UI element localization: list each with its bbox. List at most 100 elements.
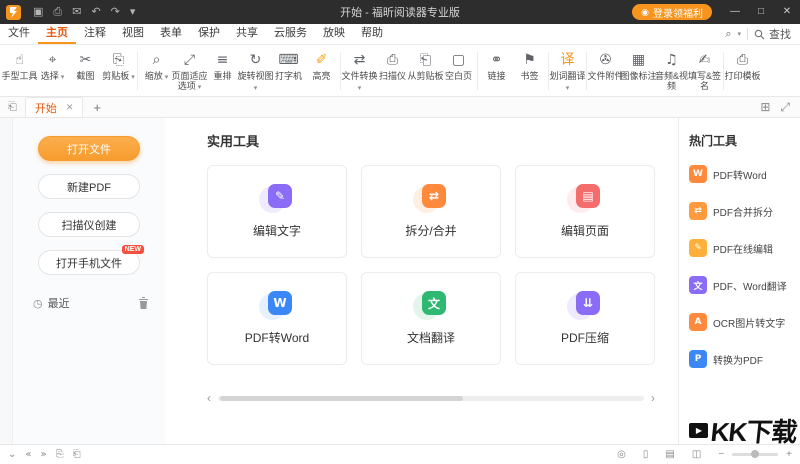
zoom-in-button[interactable]: + xyxy=(786,449,792,460)
ribbon-tool[interactable]: ▦图像标注 xyxy=(622,51,655,81)
dropdown-caret-icon: ▾ xyxy=(196,84,201,91)
menu-item[interactable]: 文件 xyxy=(0,24,38,44)
minimize-button[interactable]: — xyxy=(722,0,748,24)
save-icon[interactable]: ▣ xyxy=(33,0,43,24)
expand-view-icon[interactable]: ⤢ xyxy=(780,100,790,115)
sidebar-button[interactable]: 新建PDF xyxy=(38,174,140,199)
facing-page-icon[interactable]: ◫ xyxy=(692,449,701,460)
hot-tool-item[interactable]: WPDF转Word xyxy=(689,165,796,183)
undo-icon[interactable]: ↶ xyxy=(91,0,100,24)
recent-row[interactable]: ◷ 最近 xyxy=(33,295,149,311)
document-icon[interactable]: ⎗ xyxy=(8,101,17,114)
zoom-slider-thumb[interactable] xyxy=(751,450,759,458)
continuous-page-icon[interactable]: ▤ xyxy=(665,449,674,460)
statusbar-right: ◎ ▯ ▤ ◫ − + xyxy=(617,449,792,460)
ribbon-tool[interactable]: ⚭链接 xyxy=(480,51,513,81)
new-tab-button[interactable]: + xyxy=(93,100,101,115)
search-caret-icon[interactable]: ▾ xyxy=(737,30,741,38)
ribbon-tool[interactable]: ✐高亮 xyxy=(305,51,338,81)
card-icon: W xyxy=(259,291,295,320)
tab-close-icon[interactable]: ✕ xyxy=(66,102,74,113)
menu-item[interactable]: 表单 xyxy=(152,24,190,44)
trash-icon[interactable] xyxy=(138,297,149,309)
ribbon-tool[interactable]: ✍填写&签名 xyxy=(688,51,721,91)
tool-card[interactable]: ✎编辑文字 xyxy=(207,165,347,258)
customize-quick-access-icon[interactable]: ▾ xyxy=(130,0,136,24)
card-label: 文档翻译 xyxy=(407,329,455,346)
scroll-left-arrow[interactable]: ‹ xyxy=(207,391,211,405)
recent-label: 最近 xyxy=(48,295,70,311)
scrollbar-thumb[interactable] xyxy=(220,396,463,401)
tool-card[interactable]: ⇊PDF压缩 xyxy=(515,272,655,365)
sidebar-button[interactable]: 打开手机文件NEW xyxy=(38,250,140,275)
ribbon-tool[interactable]: ☝手型工具 xyxy=(3,51,36,81)
close-button[interactable]: ✕ xyxy=(774,0,800,24)
menu-item[interactable]: 视图 xyxy=(114,24,152,44)
hot-tool-item[interactable]: ⇄PDF合并拆分 xyxy=(689,202,796,220)
sidebar-button[interactable]: 扫描仪创建 xyxy=(38,212,140,237)
ribbon-tool[interactable]: ≡重排 xyxy=(206,51,239,81)
ribbon-tool[interactable]: ✇文件附件 xyxy=(589,51,622,81)
tab-grid-icon[interactable]: ⊞ xyxy=(760,100,770,115)
tool-label: 打印模板 xyxy=(724,71,761,81)
find-button[interactable]: 查找 xyxy=(754,26,791,42)
menu-item[interactable]: 共享 xyxy=(228,24,266,44)
tool-label: 图像标注 xyxy=(620,71,657,81)
tab-start[interactable]: 开始 ✕ xyxy=(25,97,84,117)
menu-item[interactable]: 帮助 xyxy=(353,24,391,44)
print-icon[interactable]: ⎙ xyxy=(53,0,62,24)
ribbon-tool[interactable]: ⎗从剪贴板 xyxy=(409,51,442,81)
tool-card[interactable]: ▤编辑页面 xyxy=(515,165,655,258)
ribbon-tool[interactable]: ✂截图 xyxy=(69,51,102,81)
menu-item[interactable]: 注释 xyxy=(76,24,114,44)
menu-item[interactable]: 保护 xyxy=(190,24,228,44)
nav-panel-toggle-icon[interactable]: ⌄ xyxy=(8,449,16,460)
single-page-icon[interactable]: ▯ xyxy=(643,449,649,460)
tool-icon: ↻ xyxy=(250,51,262,69)
menu-item[interactable]: 放映 xyxy=(315,24,353,44)
zoom-slider[interactable] xyxy=(732,453,778,456)
ribbon-tool[interactable]: ⚑书签 xyxy=(513,51,546,81)
zoom-out-button[interactable]: − xyxy=(718,449,724,460)
sidebar-button[interactable]: 打开文件 xyxy=(38,136,140,161)
redo-icon[interactable]: ↷ xyxy=(111,0,120,24)
hot-tool-item[interactable]: P转换为PDF xyxy=(689,350,796,368)
ribbon-tool[interactable]: 译划词翻译 ▾ xyxy=(551,51,584,93)
tool-label: 页面适应选项 ▾ xyxy=(171,71,208,92)
scroll-right-arrow[interactable]: › xyxy=(651,391,655,405)
email-icon[interactable]: ✉ xyxy=(72,0,81,24)
last-page-icon[interactable]: » xyxy=(41,449,47,460)
tool-card[interactable]: 文文档翻译 xyxy=(361,272,501,365)
hot-tool-item[interactable]: ✎PDF在线编辑 xyxy=(689,239,796,257)
ribbon-tool[interactable]: ⌨打字机 xyxy=(272,51,305,81)
menu-item[interactable]: 主页 xyxy=(38,24,76,44)
tool-card[interactable]: WPDF转Word xyxy=(207,272,347,365)
ribbon-tool[interactable]: ⌕缩放 ▾ xyxy=(140,51,173,82)
search-mode-icon[interactable]: ⌕ xyxy=(725,28,731,41)
hot-tool-item[interactable]: AOCR图片转文字 xyxy=(689,313,796,331)
ribbon-tool[interactable]: ⇄文件转换 ▾ xyxy=(343,51,376,93)
ribbon-tool[interactable]: ↻旋转视图 ▾ xyxy=(239,51,272,93)
ribbon-tool[interactable]: ⎙打印模板 xyxy=(726,51,759,81)
snapshot-icon[interactable]: ⎘ xyxy=(56,449,64,460)
ribbon-tool[interactable]: ⎘剪贴板 ▾ xyxy=(102,51,135,82)
menu-item[interactable]: 云服务 xyxy=(266,24,315,44)
ribbon-tool[interactable]: ⌖选择 ▾ xyxy=(36,51,69,82)
ribbon-tool[interactable]: ♫音频&视频 xyxy=(655,51,688,91)
app-logo-icon[interactable] xyxy=(6,5,21,20)
ribbon-tool[interactable]: ▢空白页 xyxy=(442,51,475,81)
read-mode-icon[interactable]: ◎ xyxy=(617,449,626,460)
ribbon-tool[interactable]: ⤢页面适应选项 ▾ xyxy=(173,51,206,92)
login-button[interactable]: ◉ 登录领福利 xyxy=(632,4,712,20)
titlebar: ▣⎙✉↶↷▾ 开始 - 福昕阅读器专业版 ◉ 登录领福利 —□✕ xyxy=(0,0,800,24)
scrollbar-track[interactable] xyxy=(218,396,644,401)
hot-tool-label: PDF、Word翻译 xyxy=(713,278,787,293)
hot-tool-item[interactable]: 文PDF、Word翻译 xyxy=(689,276,796,294)
first-page-icon[interactable]: « xyxy=(25,449,31,460)
tool-label: 重排 xyxy=(204,71,241,81)
clipboard-icon[interactable]: ⎗ xyxy=(73,449,81,460)
dropdown-caret-icon: ▾ xyxy=(59,74,64,81)
maximize-button[interactable]: □ xyxy=(748,0,774,24)
tool-card[interactable]: ⇄拆分/合并 xyxy=(361,165,501,258)
ribbon-tool[interactable]: ⎙扫描仪 xyxy=(376,51,409,81)
